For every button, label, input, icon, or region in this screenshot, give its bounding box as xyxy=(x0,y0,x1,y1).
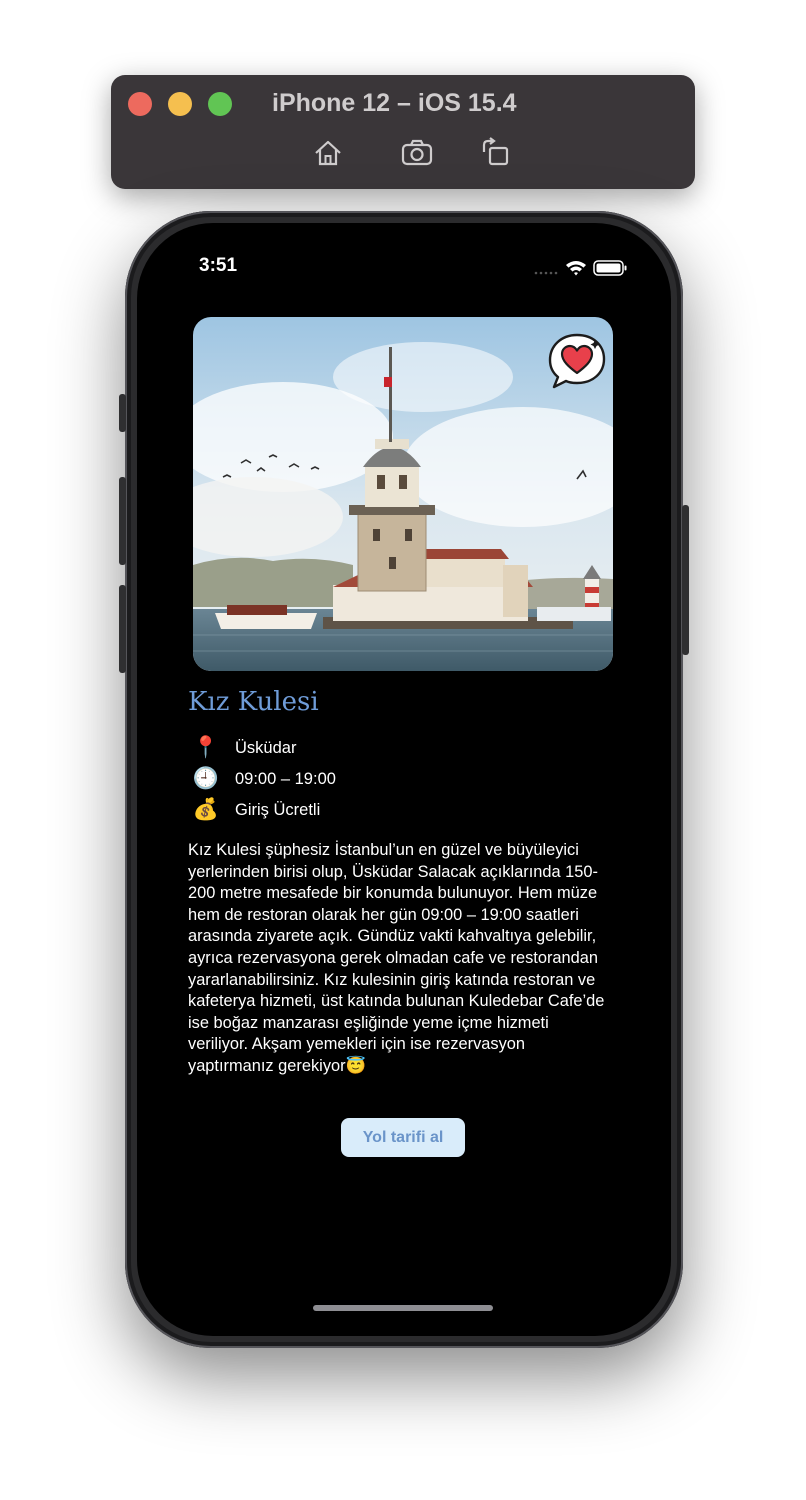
status-icons xyxy=(533,258,629,278)
place-title: Kız Kulesi xyxy=(188,687,319,717)
close-window-button[interactable] xyxy=(128,92,152,116)
power-button xyxy=(682,505,689,655)
place-description: Kız Kulesi şüphesiz İstanbul’un en güzel… xyxy=(188,841,605,1075)
get-directions-button[interactable]: Yol tarifi al xyxy=(341,1118,465,1157)
phone-screen: 3:51 Kız Kulesi 📍 Üsküdar 🕘 09:00 – 19:0… xyxy=(137,223,671,1336)
wifi-icon xyxy=(566,261,586,276)
price-text: Giriş Ücretli xyxy=(235,800,321,819)
home-indicator[interactable] xyxy=(313,1305,493,1311)
clock-icon: 🕘 xyxy=(192,767,220,790)
location-row: 📍 Üsküdar xyxy=(192,735,297,761)
place-photo xyxy=(193,317,613,671)
battery-icon xyxy=(593,260,627,276)
rotate-icon[interactable] xyxy=(480,136,514,170)
home-icon[interactable] xyxy=(311,136,345,170)
favorite-heart-icon[interactable] xyxy=(547,331,607,391)
screenshot-icon[interactable] xyxy=(400,136,434,170)
simulator-title: iPhone 12 – iOS 15.4 xyxy=(272,89,517,117)
zoom-window-button[interactable] xyxy=(208,92,232,116)
mute-switch xyxy=(119,394,126,432)
status-time: 3:51 xyxy=(199,255,238,276)
map-pin-icon: 📍 xyxy=(192,736,220,759)
location-text: Üsküdar xyxy=(235,738,297,757)
signal-dots-icon xyxy=(534,271,558,275)
hours-text: 09:00 – 19:00 xyxy=(235,769,336,788)
minimize-window-button[interactable] xyxy=(168,92,192,116)
volume-down-button xyxy=(119,585,126,673)
money-bag-icon: 💰 xyxy=(192,798,220,821)
volume-up-button xyxy=(119,477,126,565)
hours-row: 🕘 09:00 – 19:00 xyxy=(192,766,336,792)
price-row: 💰 Giriş Ücretli xyxy=(192,797,320,823)
